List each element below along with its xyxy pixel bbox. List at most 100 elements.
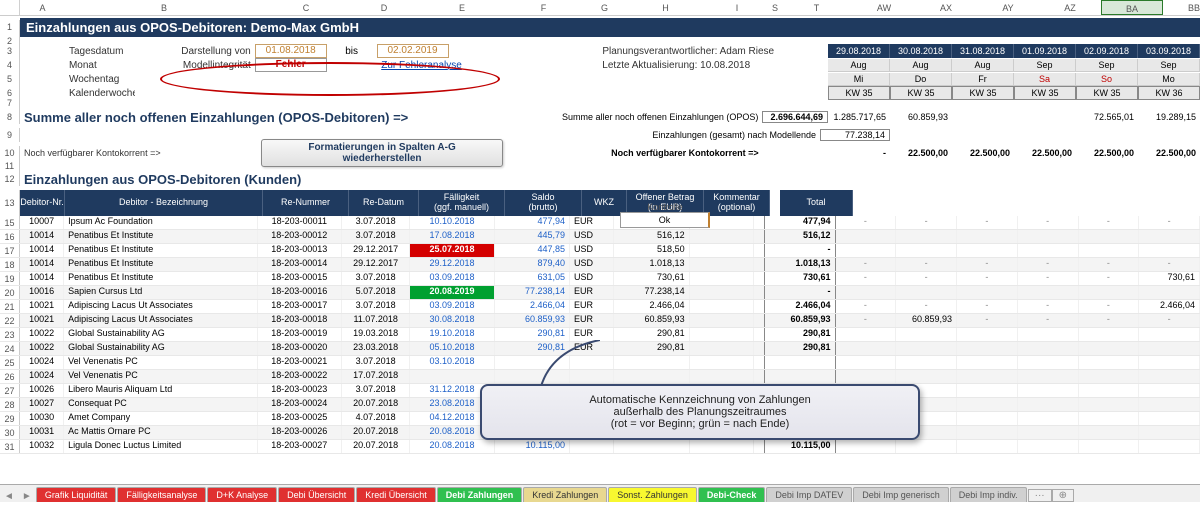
cell[interactable]: 20.07.2018 [342,440,411,453]
cell[interactable] [1018,426,1079,439]
cell[interactable] [957,370,1018,383]
cell[interactable]: - [1018,300,1079,313]
col-header-AZ[interactable]: AZ [1039,0,1101,15]
cell[interactable]: EUR [570,314,614,327]
cell[interactable] [1018,412,1079,425]
cell[interactable] [836,356,897,369]
cell[interactable]: - [836,216,897,229]
cell[interactable]: 18-203-00014 [258,258,342,271]
cell[interactable]: 60.859,93 [495,314,570,327]
date-header[interactable]: 29.08.2018 [828,44,890,58]
cell[interactable] [957,356,1018,369]
cell[interactable]: 77.238,14 [495,286,570,299]
col-header-AY[interactable]: AY [977,0,1039,15]
cell[interactable] [1079,426,1140,439]
cell[interactable] [570,440,614,453]
cell[interactable]: 10014 [20,272,64,285]
col-header-E[interactable]: E [419,0,505,15]
col-header-AW[interactable]: AW [853,0,915,15]
cell[interactable]: 18-203-00011 [258,216,342,229]
cell[interactable] [896,244,957,257]
button-format-restore[interactable]: Formatierungen in Spalten A-G wiederhers… [261,139,503,167]
tab-add[interactable]: ⊕ [1052,489,1074,502]
cell-total[interactable]: 290,81 [764,342,836,355]
sheet-tab[interactable]: Sonst. Zahlungen [608,487,697,502]
cell[interactable]: 10007 [20,216,64,229]
date-header[interactable]: 03.09.2018 [1138,44,1200,58]
cell[interactable]: 30.08.2018 [410,314,494,327]
cell[interactable] [614,356,689,369]
date-cell[interactable]: Aug [952,59,1014,72]
table-row[interactable]: 2210021Adipiscing Lacus Ut Associates18-… [0,314,1200,328]
cell[interactable] [690,356,755,369]
cell[interactable] [957,230,1018,243]
cell[interactable] [1018,370,1079,383]
cell[interactable]: - [1079,216,1140,229]
cell[interactable]: 25.07.2018 [410,244,494,257]
cell[interactable]: 730,61 [1139,272,1200,285]
sheet-tab[interactable]: Kredi Übersicht [356,487,436,502]
col-re-nummer[interactable]: Re-Nummer [263,190,349,216]
cell[interactable]: 05.10.2018 [410,342,494,355]
cell[interactable]: 10031 [20,426,64,439]
cell-total[interactable]: 290,81 [764,328,836,341]
cell[interactable]: - [836,300,897,313]
cell[interactable]: 18-203-00016 [258,286,342,299]
cell[interactable]: 18-203-00022 [258,370,342,383]
col-header-B[interactable]: B [65,0,263,15]
cell[interactable] [1139,384,1200,397]
cell[interactable]: 3.07.2018 [342,216,411,229]
cell[interactable]: 730,61 [614,272,689,285]
col-header-F[interactable]: F [505,0,582,15]
cell[interactable]: 18-203-00015 [258,272,342,285]
cell[interactable]: 18-203-00012 [258,230,342,243]
col-header-BB[interactable]: BB [1163,0,1200,15]
cell[interactable]: Penatibus Et Institute [64,272,258,285]
cell[interactable]: - [957,258,1018,271]
cell[interactable]: 20.08.2019 [410,286,494,299]
cell[interactable] [1079,328,1140,341]
cell[interactable] [896,440,957,453]
cell[interactable] [1079,398,1140,411]
cell[interactable]: Adipiscing Lacus Ut Associates [64,314,258,327]
cell[interactable]: Global Sustainability AG [64,342,258,355]
sheet-tab[interactable]: Debi Imp indiv. [950,487,1027,502]
cell[interactable]: - [1079,314,1140,327]
cell[interactable] [614,440,689,453]
date-cell[interactable]: Mi [828,73,890,86]
cell[interactable] [957,328,1018,341]
col-header-D[interactable]: D [349,0,419,15]
cell[interactable] [690,258,755,271]
cell[interactable]: 10030 [20,412,64,425]
cell[interactable]: 29.12.2017 [342,244,411,257]
col-header-BA[interactable]: BA [1101,0,1163,15]
col-header-S[interactable]: S [770,0,780,15]
cell[interactable] [957,286,1018,299]
cell[interactable] [690,314,755,327]
cell[interactable]: Ipsum Ac Foundation [64,216,258,229]
cell[interactable] [690,244,755,257]
cell[interactable] [957,440,1018,453]
tab-nav-prev[interactable]: ◄ [0,491,18,502]
cell[interactable]: - [1139,258,1200,271]
cell[interactable]: 18-203-00018 [258,314,342,327]
cell[interactable]: - [1018,272,1079,285]
sheet-tab[interactable]: Debi Zahlungen [437,487,523,502]
cell[interactable]: Vel Venenatis PC [64,370,258,383]
cell[interactable]: Libero Mauris Aliquam Ltd [64,384,258,397]
cell[interactable] [896,342,957,355]
cell[interactable]: EUR [570,286,614,299]
cell[interactable]: - [896,300,957,313]
cell[interactable] [1018,244,1079,257]
cell[interactable]: 17.07.2018 [342,370,411,383]
date-cell[interactable]: Mo [1138,73,1200,86]
date-cell[interactable]: Sa [1014,73,1076,86]
cell[interactable]: 23.03.2018 [342,342,411,355]
cell[interactable] [957,398,1018,411]
cell[interactable]: Amet Company [64,412,258,425]
cell[interactable]: 18-203-00024 [258,398,342,411]
cell[interactable] [690,370,755,383]
cell[interactable]: 5.07.2018 [342,286,411,299]
cell[interactable]: 477,94 [495,216,570,229]
col-total[interactable]: Total [780,190,853,216]
